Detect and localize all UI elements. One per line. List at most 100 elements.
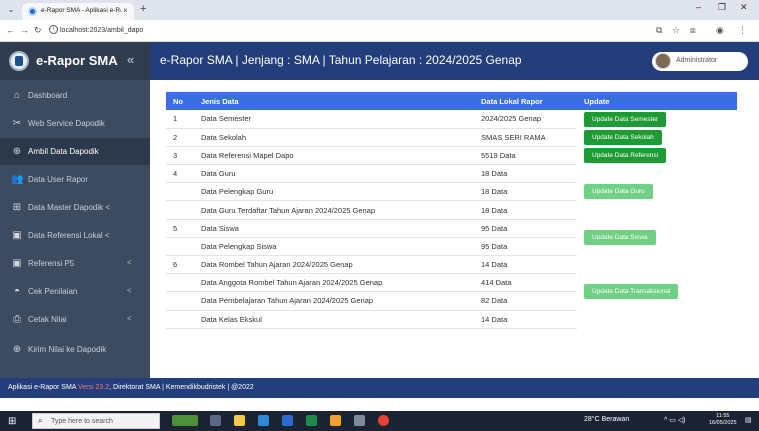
os-taskbar: ⊞ ⌕ Type here to search 28°C Berawan ^ ▭… bbox=[0, 411, 759, 431]
profile-icon[interactable]: ◉ bbox=[716, 25, 724, 36]
tab-close-icon[interactable]: × bbox=[123, 6, 128, 15]
cell-jenis: Data Rombel Tahun Ajaran 2024/2025 Genap bbox=[194, 255, 474, 275]
browser-tab-bar: ⌄ e-Rapor SMA - Aplikasi e-Rapo × + – ❐ … bbox=[0, 0, 759, 20]
translate-icon[interactable]: ⧉ bbox=[656, 25, 662, 36]
update-referensi-button[interactable]: Update Data Referensi bbox=[584, 147, 667, 163]
weather-status[interactable]: 28°C Berawan bbox=[584, 416, 629, 423]
notification-icon[interactable]: ▤ bbox=[745, 416, 752, 424]
minimize-icon[interactable]: – bbox=[696, 2, 701, 12]
site-info-icon[interactable]: i bbox=[49, 25, 58, 34]
clock[interactable]: 11:55 16/05/2025 bbox=[709, 413, 737, 427]
cell-lokal: 95 Data bbox=[474, 219, 577, 238]
sidebar-item-referensi-lokal[interactable]: ▣ Data Referensi Lokal < bbox=[0, 222, 150, 249]
cell-update: Update Data Siswa bbox=[577, 219, 737, 255]
cell-update: Update Data Guru bbox=[577, 165, 737, 220]
browser-tab[interactable]: e-Rapor SMA - Aplikasi e-Rapo × bbox=[22, 3, 134, 20]
favicon-icon bbox=[28, 7, 37, 16]
avatar bbox=[655, 53, 671, 69]
search-placeholder: Type here to search bbox=[51, 418, 113, 425]
cell-no: 5 bbox=[166, 219, 194, 238]
chevron-left-icon: < bbox=[127, 286, 132, 295]
reload-icon[interactable]: ↻ bbox=[34, 25, 42, 36]
sidebar-item-kirim-nilai[interactable]: ⊕ Kirim Nilai ke Dapodik bbox=[0, 336, 150, 363]
forward-icon[interactable]: → bbox=[20, 25, 29, 35]
column-header-lokal: Data Lokal Rapor bbox=[474, 92, 577, 110]
cell-lokal: SMAS SERI RAMA bbox=[474, 128, 577, 147]
clock-time: 11:55 bbox=[716, 413, 730, 419]
sidebar-collapse-icon[interactable]: « bbox=[127, 52, 134, 67]
restore-icon[interactable]: ❐ bbox=[718, 2, 726, 13]
column-header-update: Update bbox=[577, 92, 737, 110]
table-row: 2 Data Sekolah SMAS SERI RAMA Update Dat… bbox=[166, 128, 737, 147]
upload-icon: ⊕ bbox=[12, 344, 22, 355]
sidebar-item-referensi-p5[interactable]: ▣ Referensi P5 < bbox=[0, 250, 150, 277]
sidebar-item-label: Data User Rapor bbox=[28, 175, 89, 184]
cell-no bbox=[166, 310, 194, 329]
excel-icon[interactable] bbox=[306, 415, 317, 426]
new-tab-icon[interactable]: + bbox=[140, 3, 146, 15]
url-field[interactable]: localhost:2023/ambil_dapo bbox=[60, 24, 620, 38]
cell-no bbox=[166, 273, 194, 293]
sidebar-item-cek-penilaian[interactable]: ◓ Cek Penilaian < bbox=[0, 278, 150, 305]
cell-lokal: 18 Data bbox=[474, 164, 577, 184]
file-explorer-icon[interactable] bbox=[234, 415, 245, 426]
chrome-icon[interactable] bbox=[378, 415, 389, 426]
footer-prefix: Aplikasi e-Rapor SMA bbox=[8, 384, 79, 391]
cell-no bbox=[166, 182, 194, 202]
column-header-jenis: Jenis Data bbox=[194, 92, 474, 110]
tray-icons[interactable]: ^ ▭ ◁) bbox=[664, 416, 686, 424]
close-window-icon[interactable]: ✕ bbox=[740, 2, 748, 13]
word-icon[interactable] bbox=[282, 415, 293, 426]
taskbar-search[interactable]: ⌕ Type here to search bbox=[32, 413, 160, 429]
cell-jenis: Data Pembelajaran Tahun Ajaran 2024/2025… bbox=[194, 291, 474, 311]
home-icon: ⌂ bbox=[13, 90, 21, 101]
app-icon[interactable] bbox=[330, 415, 341, 426]
cell-update: Update Data Transaksional bbox=[577, 256, 737, 329]
sidebar-item-label: Data Referensi Lokal < bbox=[28, 231, 110, 240]
update-transaksional-button[interactable]: Update Data Transaksional bbox=[584, 284, 679, 300]
print-icon: ⎙ bbox=[13, 314, 21, 325]
sidebar-item-web-service[interactable]: ✂ Web Service Dapodik bbox=[0, 110, 150, 137]
sidebar-item-label: Cek Penilaian bbox=[28, 287, 78, 296]
store-icon[interactable] bbox=[258, 415, 269, 426]
cell-lokal: 18 Data bbox=[474, 182, 577, 202]
data-table: No Jenis Data Data Lokal Rapor Update 1 … bbox=[166, 92, 737, 329]
task-view-icon[interactable] bbox=[210, 415, 221, 426]
update-guru-button[interactable]: Update Data Guru bbox=[584, 184, 653, 200]
sidebar-item-label: Dashboard bbox=[28, 91, 68, 100]
sidebar-item-cetak-nilai[interactable]: ⎙ Cetak Nilai < bbox=[0, 306, 150, 333]
cell-no: 6 bbox=[166, 255, 194, 275]
extensions-icon[interactable]: ⧈ bbox=[690, 25, 696, 36]
sidebar-item-label: Data Master Dapodik < bbox=[28, 203, 111, 212]
sidebar-item-dashboard[interactable]: ⌂ Dashboard bbox=[0, 82, 150, 109]
update-sekolah-button[interactable]: Update Data Sekolah bbox=[584, 129, 662, 145]
briefcase-icon: ▣ bbox=[12, 258, 22, 269]
cell-jenis: Data Guru Terdaftar Tahun Ajaran 2024/20… bbox=[194, 200, 474, 220]
app-footer: Aplikasi e-Rapor SMA Versi 23.2, Direkto… bbox=[0, 378, 759, 398]
back-icon[interactable]: ← bbox=[6, 25, 15, 35]
sidebar: ⌂ Dashboard ✂ Web Service Dapodik ⊕ Ambi… bbox=[0, 80, 150, 378]
menu-dots-icon[interactable]: ⋮ bbox=[738, 25, 747, 36]
user-menu[interactable]: Administrator bbox=[652, 52, 748, 71]
download-icon: ⊕ bbox=[12, 146, 22, 157]
cell-lokal: 82 Data bbox=[474, 291, 577, 311]
sidebar-item-user-rapor[interactable]: 👥 Data User Rapor bbox=[0, 166, 150, 193]
users-icon: 👥 bbox=[11, 174, 24, 185]
cell-update: Update Data Referensi bbox=[577, 146, 737, 164]
car-icon: ◓ bbox=[13, 286, 21, 297]
app-name: e-Rapor SMA bbox=[36, 53, 118, 68]
clock-date: 16/05/2025 bbox=[709, 420, 737, 426]
tab-search-icon[interactable]: ⌄ bbox=[6, 5, 16, 15]
app-icon[interactable] bbox=[354, 415, 365, 426]
sidebar-item-ambil-data[interactable]: ⊕ Ambil Data Dapodik bbox=[0, 138, 150, 165]
table-header-row: No Jenis Data Data Lokal Rapor Update bbox=[166, 92, 737, 110]
bookmark-star-icon[interactable]: ☆ bbox=[672, 25, 680, 36]
update-semester-button[interactable]: Update Data Semester bbox=[584, 111, 667, 127]
cell-jenis: Data Siswa bbox=[194, 219, 474, 238]
cell-jenis: Data Anggota Rombel Tahun Ajaran 2024/20… bbox=[194, 273, 474, 293]
update-siswa-button[interactable]: Update Data Siswa bbox=[584, 229, 656, 245]
weather-widget-icon[interactable] bbox=[172, 415, 198, 426]
page-title: e-Rapor SMA | Jenjang : SMA | Tahun Pela… bbox=[160, 53, 522, 67]
windows-start-icon[interactable]: ⊞ bbox=[8, 416, 16, 427]
sidebar-item-master-dapodik[interactable]: ⊞ Data Master Dapodik < bbox=[0, 194, 150, 221]
